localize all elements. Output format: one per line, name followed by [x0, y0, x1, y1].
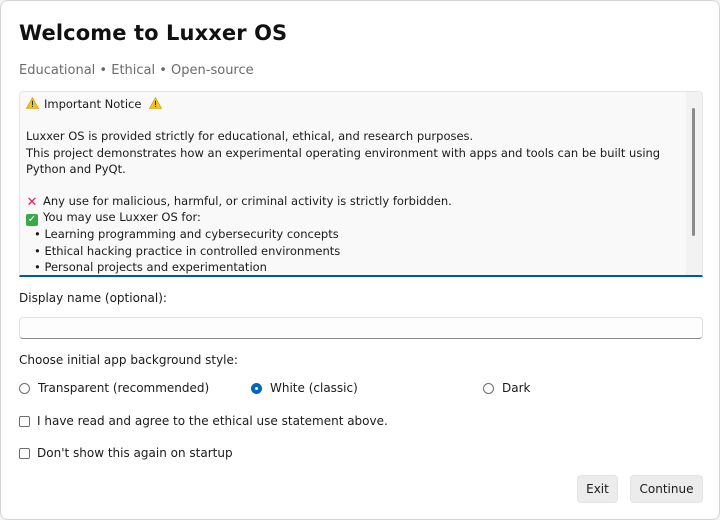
- notice-use-item: • Ethical hacking practice in controlled…: [34, 243, 341, 258]
- radio-button[interactable]: [19, 382, 30, 394]
- radio-label: Transparent (recommended): [38, 381, 210, 395]
- notice-paragraph: Luxxer OS is provided strictly for educa…: [26, 129, 474, 144]
- continue-button[interactable]: Continue: [630, 475, 703, 503]
- radio-label: White (classic): [270, 381, 358, 395]
- display-name-input[interactable]: [19, 317, 703, 339]
- welcome-dialog: Welcome to Luxxer OS Educational • Ethic…: [0, 0, 720, 520]
- checkbox[interactable]: [19, 447, 30, 459]
- dialog-title: Welcome to Luxxer OS: [19, 21, 288, 45]
- exit-button[interactable]: Exit: [577, 475, 618, 503]
- checkbox[interactable]: [19, 415, 30, 427]
- radio-button[interactable]: [483, 382, 494, 394]
- notice-paragraph: This project demonstrates how an experim…: [26, 145, 661, 176]
- radio-button-selected[interactable]: [251, 382, 262, 394]
- warning-icon: [25, 96, 40, 109]
- agree-checkbox[interactable]: I have read and agree to the ethical use…: [19, 414, 388, 428]
- dont-show-label: Don't show this again on startup: [37, 446, 233, 460]
- warning-icon: [148, 96, 163, 109]
- radio-transparent[interactable]: Transparent (recommended): [19, 381, 209, 395]
- notice-text-area[interactable]: Important Notice Luxxer OS is provided s…: [19, 91, 703, 277]
- radio-white[interactable]: White (classic): [251, 381, 358, 395]
- check-mark-icon: ✓: [26, 214, 38, 227]
- scrollbar-thumb[interactable]: [692, 108, 695, 236]
- notice-heading: Important Notice: [44, 97, 142, 111]
- dont-show-checkbox[interactable]: Don't show this again on startup: [19, 446, 233, 460]
- radio-label: Dark: [502, 381, 531, 395]
- notice-scrollbar[interactable]: [686, 92, 702, 275]
- agree-label: I have read and agree to the ethical use…: [37, 414, 388, 428]
- display-name-label: Display name (optional):: [19, 291, 167, 305]
- cross-mark-icon: ✕: [26, 195, 38, 211]
- radio-dark[interactable]: Dark: [483, 381, 530, 395]
- notice-use-item: • Learning programming and cybersecurity…: [34, 227, 339, 242]
- notice-content: Important Notice Luxxer OS is provided s…: [25, 96, 680, 275]
- notice-allowed: You may use Luxxer OS for:: [43, 210, 201, 225]
- notice-use-item: • Personal projects and experimentation: [34, 259, 267, 274]
- background-style-label: Choose initial app background style:: [19, 353, 238, 367]
- dialog-subtitle: Educational • Ethical • Open-source: [19, 63, 254, 78]
- notice-forbidden: Any use for malicious, harmful, or crimi…: [43, 194, 452, 209]
